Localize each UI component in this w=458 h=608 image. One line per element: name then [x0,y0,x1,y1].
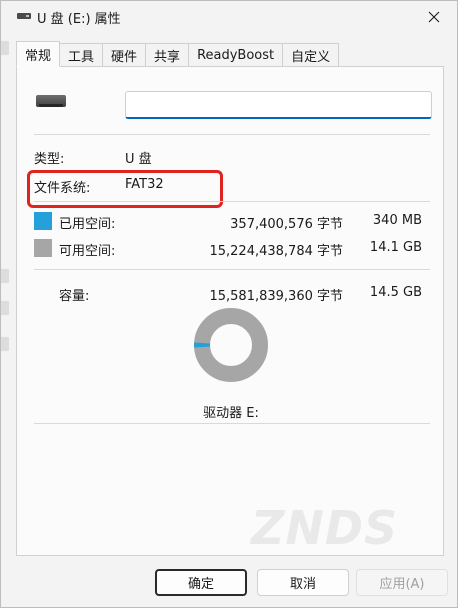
cancel-button[interactable]: 取消 [257,569,349,596]
used-space-label: 已用空间: [59,217,116,232]
separator [34,269,430,270]
used-space-size: 340 MB [372,213,422,228]
background-edge [1,301,9,315]
close-button[interactable] [411,1,457,33]
free-space-size: 14.1 GB [369,240,422,255]
drive-name-input[interactable] [125,91,432,119]
background-edge [1,337,9,351]
type-label: 类型: [34,152,65,167]
file-system-highlight [27,170,223,208]
free-space-bytes: 15,224,438,784 字节 [209,244,343,259]
properties-dialog: U 盘 (E:) 属性 常规 工具 硬件 共享 ReadyBoost 自定义 类… [0,0,458,608]
usb-drive-icon [36,95,66,107]
separator [34,423,430,424]
disk-usage-donut [194,308,268,382]
free-space-swatch [34,239,52,257]
window-title: U 盘 (E:) 属性 [37,12,121,27]
background-edge [1,41,9,55]
tab-general[interactable]: 常规 [16,41,61,67]
used-space-bytes: 357,400,576 字节 [230,217,343,232]
tab-customize[interactable]: 自定义 [283,43,340,67]
tab-sharing[interactable]: 共享 [146,43,190,67]
title-bar: U 盘 (E:) 属性 [1,1,457,33]
separator [34,134,430,135]
capacity-size: 14.5 GB [369,285,422,300]
tab-hardware[interactable]: 硬件 [103,43,147,67]
capacity-bytes: 15,581,839,360 字节 [209,289,343,304]
close-icon [428,11,440,23]
apply-button[interactable]: 应用(A) [356,569,448,596]
ok-button[interactable]: 确定 [155,569,247,596]
background-edge [1,269,9,283]
used-space-swatch [34,212,52,230]
free-space-ring [194,308,268,382]
tab-bar: 常规 工具 硬件 共享 ReadyBoost 自定义 [16,41,340,67]
tab-readyboost[interactable]: ReadyBoost [189,43,284,67]
general-panel: 类型: U 盘 文件系统: FAT32 已用空间: 357,400,576 字节… [16,66,444,556]
usb-drive-icon [17,13,31,19]
watermark-logo: ZNDS [251,501,399,555]
type-value: U 盘 [125,152,152,167]
capacity-label: 容量: [59,289,90,304]
drive-letter-label: 驱动器 E: [203,406,259,421]
free-space-label: 可用空间: [59,244,116,259]
separator [34,201,430,202]
tab-tools[interactable]: 工具 [60,43,104,67]
